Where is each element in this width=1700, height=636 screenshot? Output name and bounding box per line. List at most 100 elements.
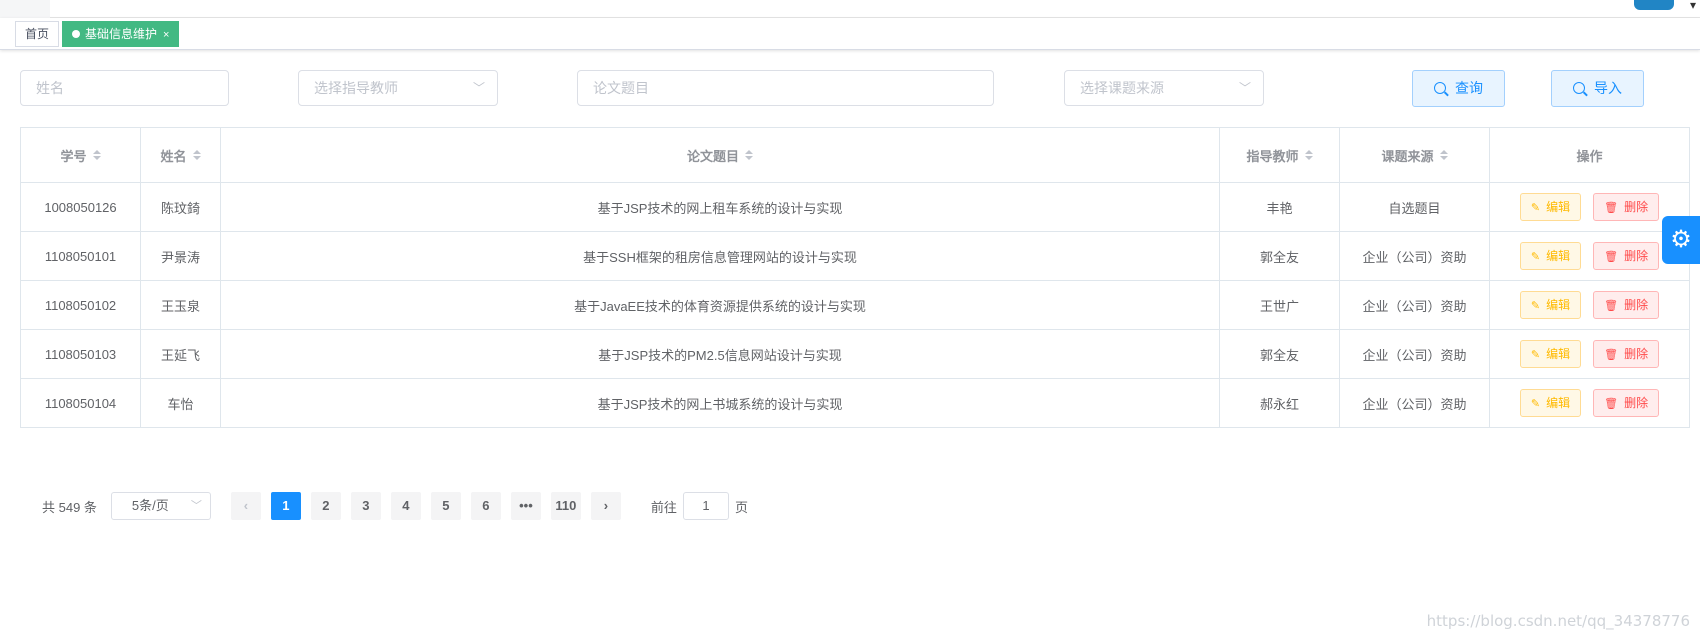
- delete-label: 删除: [1624, 347, 1649, 361]
- edit-button[interactable]: ✎ 编辑: [1519, 193, 1582, 221]
- query-button[interactable]: 查询: [1412, 70, 1505, 107]
- title-input[interactable]: 论文题目: [577, 70, 994, 106]
- active-dot-icon: [72, 30, 80, 38]
- header-name[interactable]: 姓名: [141, 128, 221, 183]
- edit-button[interactable]: ✎ 编辑: [1519, 389, 1582, 417]
- sort-icon[interactable]: [92, 150, 101, 160]
- next-page-button[interactable]: ›: [590, 492, 621, 520]
- teacher-cell: 郭全友: [1220, 232, 1340, 281]
- delete-label: 删除: [1624, 249, 1649, 263]
- page-number-button[interactable]: 5: [430, 492, 461, 520]
- teacher-cell: 王世广: [1220, 281, 1340, 330]
- table-row: 1108050101 尹景涛 基于SSH框架的租房信息管理网站的设计与实现 郭全友 企业…: [21, 232, 1690, 281]
- header-label: 课题来源: [1381, 148, 1434, 164]
- tags-view: 首页 基础信息维护 ×: [0, 18, 1700, 50]
- sort-icon[interactable]: [745, 150, 753, 160]
- pencil-icon: ✎: [1530, 202, 1541, 214]
- delete-label: 删除: [1624, 200, 1649, 214]
- delete-label: 删除: [1624, 396, 1649, 410]
- caret-down-icon[interactable]: ▾: [1690, 0, 1696, 12]
- source-cell: 企业（公司）资助: [1340, 379, 1490, 428]
- delete-button[interactable]: 🗑 删除: [1593, 340, 1660, 368]
- header-label: 操作: [1576, 148, 1603, 164]
- search-icon: [1573, 82, 1585, 94]
- name-input[interactable]: 姓名: [20, 70, 229, 106]
- trash-icon: 🗑: [1604, 202, 1619, 214]
- pencil-icon: ✎: [1530, 300, 1541, 312]
- header-label: 姓名: [160, 148, 187, 164]
- teacher-cell: 郭全友: [1220, 330, 1340, 379]
- source-cell: 企业（公司）资助: [1340, 330, 1490, 379]
- gear-icon[interactable]: ⚙: [1662, 216, 1700, 264]
- page-number-button[interactable]: 2: [310, 492, 341, 520]
- student-id-cell: 1108050103: [21, 330, 141, 379]
- page-number-button[interactable]: 1: [270, 492, 301, 520]
- table-row: 1108050104 车怡 基于JSP技术的网上书城系统的设计与实现 郝永红 企业（公司…: [21, 379, 1690, 428]
- search-icon: [1434, 82, 1446, 94]
- tag-label: 基础信息维护: [85, 27, 158, 41]
- header-teacher[interactable]: 指导教师: [1220, 128, 1340, 183]
- teacher-select[interactable]: 选择指导教师 ﹀: [298, 70, 498, 106]
- teacher-select-placeholder: 选择指导教师: [314, 80, 398, 96]
- header-source[interactable]: 课题来源: [1340, 128, 1490, 183]
- name-cell: 陈玟錡: [141, 183, 221, 232]
- chevron-down-icon: ﹀: [472, 81, 485, 95]
- page-number-button[interactable]: 110: [550, 492, 581, 520]
- trash-icon: 🗑: [1604, 251, 1619, 263]
- watermark: https://blog.csdn.net/qq_34378776: [1426, 612, 1690, 630]
- actions-cell: ✎ 编辑 🗑 删除: [1490, 330, 1690, 379]
- header-student-id[interactable]: 学号: [21, 128, 141, 183]
- title-cell: 基于JSP技术的网上书城系统的设计与实现: [221, 379, 1220, 428]
- actions-cell: ✎ 编辑 🗑 删除: [1490, 379, 1690, 428]
- prev-page-button[interactable]: ‹: [230, 492, 261, 520]
- table-header: 学号 姓名 论文题目 指导教师 课题来源 操作: [21, 128, 1690, 183]
- trash-icon: 🗑: [1604, 398, 1619, 410]
- page-number-button[interactable]: 3: [350, 492, 381, 520]
- page-size-select[interactable]: 5条/页 ﹀: [110, 492, 211, 520]
- sidebar-corner: [0, 0, 50, 18]
- source-select[interactable]: 选择课题来源 ﹀: [1064, 70, 1264, 106]
- student-id-cell: 1008050126: [21, 183, 141, 232]
- thesis-table: 学号 姓名 论文题目 指导教师 课题来源 操作 1008050126 陈玟錡基于J…: [20, 127, 1690, 428]
- table-row: 1108050103 王延飞 基于JSP技术的PM2.5信息网站设计与实现 郭全友 企业…: [21, 330, 1690, 379]
- page-number-button[interactable]: 6: [470, 492, 501, 520]
- goto-page-input[interactable]: 1: [682, 492, 729, 520]
- tag-basic-info[interactable]: 基础信息维护 ×: [62, 21, 180, 47]
- student-id-cell: 1108050101: [21, 232, 141, 281]
- edit-label: 编辑: [1546, 200, 1571, 214]
- more-pages-button[interactable]: •••: [510, 492, 541, 520]
- source-cell: 自选题目: [1340, 183, 1490, 232]
- delete-button[interactable]: 🗑 删除: [1593, 193, 1660, 221]
- teacher-cell: 郝永红: [1220, 379, 1340, 428]
- tag-home[interactable]: 首页: [15, 21, 60, 47]
- goto-prefix: 前往: [650, 499, 677, 515]
- table-row: 1008050126 陈玟錡 基于JSP技术的网上租车系统的设计与实现 丰艳 自选题目 ✎…: [21, 183, 1690, 232]
- actions-cell: ✎ 编辑 🗑 删除: [1490, 183, 1690, 232]
- title-cell: 基于SSH框架的租房信息管理网站的设计与实现: [221, 232, 1220, 281]
- delete-button[interactable]: 🗑 删除: [1593, 242, 1660, 270]
- edit-button[interactable]: ✎ 编辑: [1519, 291, 1582, 319]
- header-title[interactable]: 论文题目: [221, 128, 1220, 183]
- actions-cell: ✎ 编辑 🗑 删除: [1490, 281, 1690, 330]
- page-number-button[interactable]: 4: [390, 492, 421, 520]
- sort-icon[interactable]: [192, 150, 201, 160]
- source-cell: 企业（公司）资助: [1340, 232, 1490, 281]
- sort-icon[interactable]: [1304, 150, 1313, 160]
- total-count: 共 549 条: [42, 499, 97, 515]
- source-select-placeholder: 选择课题来源: [1080, 80, 1164, 96]
- delete-button[interactable]: 🗑 删除: [1593, 389, 1660, 417]
- pencil-icon: ✎: [1530, 251, 1541, 263]
- close-icon[interactable]: ×: [163, 29, 169, 41]
- import-button[interactable]: 导入: [1551, 70, 1644, 107]
- edit-button[interactable]: ✎ 编辑: [1519, 340, 1582, 368]
- student-id-cell: 1108050102: [21, 281, 141, 330]
- avatar[interactable]: [1634, 0, 1674, 10]
- sort-icon[interactable]: [1439, 150, 1448, 160]
- delete-button[interactable]: 🗑 删除: [1593, 291, 1660, 319]
- pencil-icon: ✎: [1530, 349, 1541, 361]
- edit-button[interactable]: ✎ 编辑: [1519, 242, 1582, 270]
- source-cell: 企业（公司）资助: [1340, 281, 1490, 330]
- header-label: 论文题目: [686, 148, 739, 164]
- edit-label: 编辑: [1546, 298, 1571, 312]
- trash-icon: 🗑: [1604, 349, 1619, 361]
